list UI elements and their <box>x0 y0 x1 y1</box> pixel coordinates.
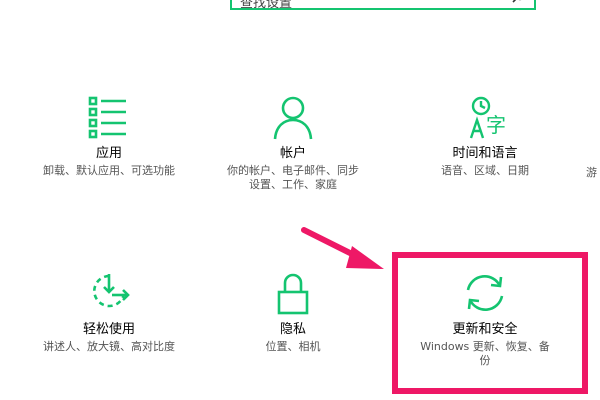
tile-title: 时间和语言 <box>452 146 518 161</box>
tile-description-line: 位置、相机 <box>265 340 321 353</box>
tile-description: 游 <box>586 166 597 179</box>
time-language-icon: 字 <box>469 96 506 139</box>
search-input[interactable]: 查找设置 <box>240 0 292 11</box>
settings-tile-accounts[interactable]: 帐户 你的帐户、电子邮件、同步 设置、工作、家庭 <box>208 94 378 192</box>
tile-description: 讲述人、放大镜、高对比度 <box>24 340 194 354</box>
pointer-arrow-icon <box>301 227 384 269</box>
settings-tile-apps[interactable]: 应用 卸载、默认应用、可选功能 <box>24 94 194 178</box>
tile-title: 帐户 <box>279 146 306 161</box>
highlight-box <box>392 252 588 394</box>
search-box[interactable]: 查找设置 <box>230 0 536 11</box>
settings-tile-time-language[interactable]: 字 时间和语言 语音、区域、日期 <box>400 94 570 178</box>
apps-list-icon <box>88 96 126 139</box>
tile-description-line: 设置、工作、家庭 <box>249 178 337 191</box>
tile-description: 卸载、默认应用、可选功能 <box>24 164 194 178</box>
tile-description-line: 语音、区域、日期 <box>441 164 529 177</box>
tile-title: 轻松使用 <box>82 322 135 337</box>
settings-tile-ease-of-access[interactable]: 轻松使用 讲述人、放大镜、高对比度 <box>24 270 194 354</box>
tile-description: 位置、相机 <box>208 340 378 354</box>
tile-title: 应用 <box>95 146 122 161</box>
settings-tile-partial[interactable]: 游 <box>586 150 600 180</box>
tile-description-line: 卸载、默认应用、可选功能 <box>43 164 175 177</box>
person-icon <box>273 96 313 140</box>
settings-tile-privacy[interactable]: 隐私 位置、相机 <box>208 270 378 354</box>
search-icon[interactable] <box>512 0 526 3</box>
ease-of-access-icon <box>93 274 130 308</box>
tile-description: 你的帐户、电子邮件、同步 设置、工作、家庭 <box>208 164 378 192</box>
tile-title <box>586 150 600 166</box>
zi-character-icon: 字 <box>486 113 506 137</box>
lock-icon <box>277 273 309 315</box>
tile-description-line: 讲述人、放大镜、高对比度 <box>43 340 175 353</box>
tile-description: 语音、区域、日期 <box>400 164 570 178</box>
tile-title: 隐私 <box>279 322 306 337</box>
tile-description-line: 你的帐户、电子邮件、同步 <box>227 164 359 177</box>
